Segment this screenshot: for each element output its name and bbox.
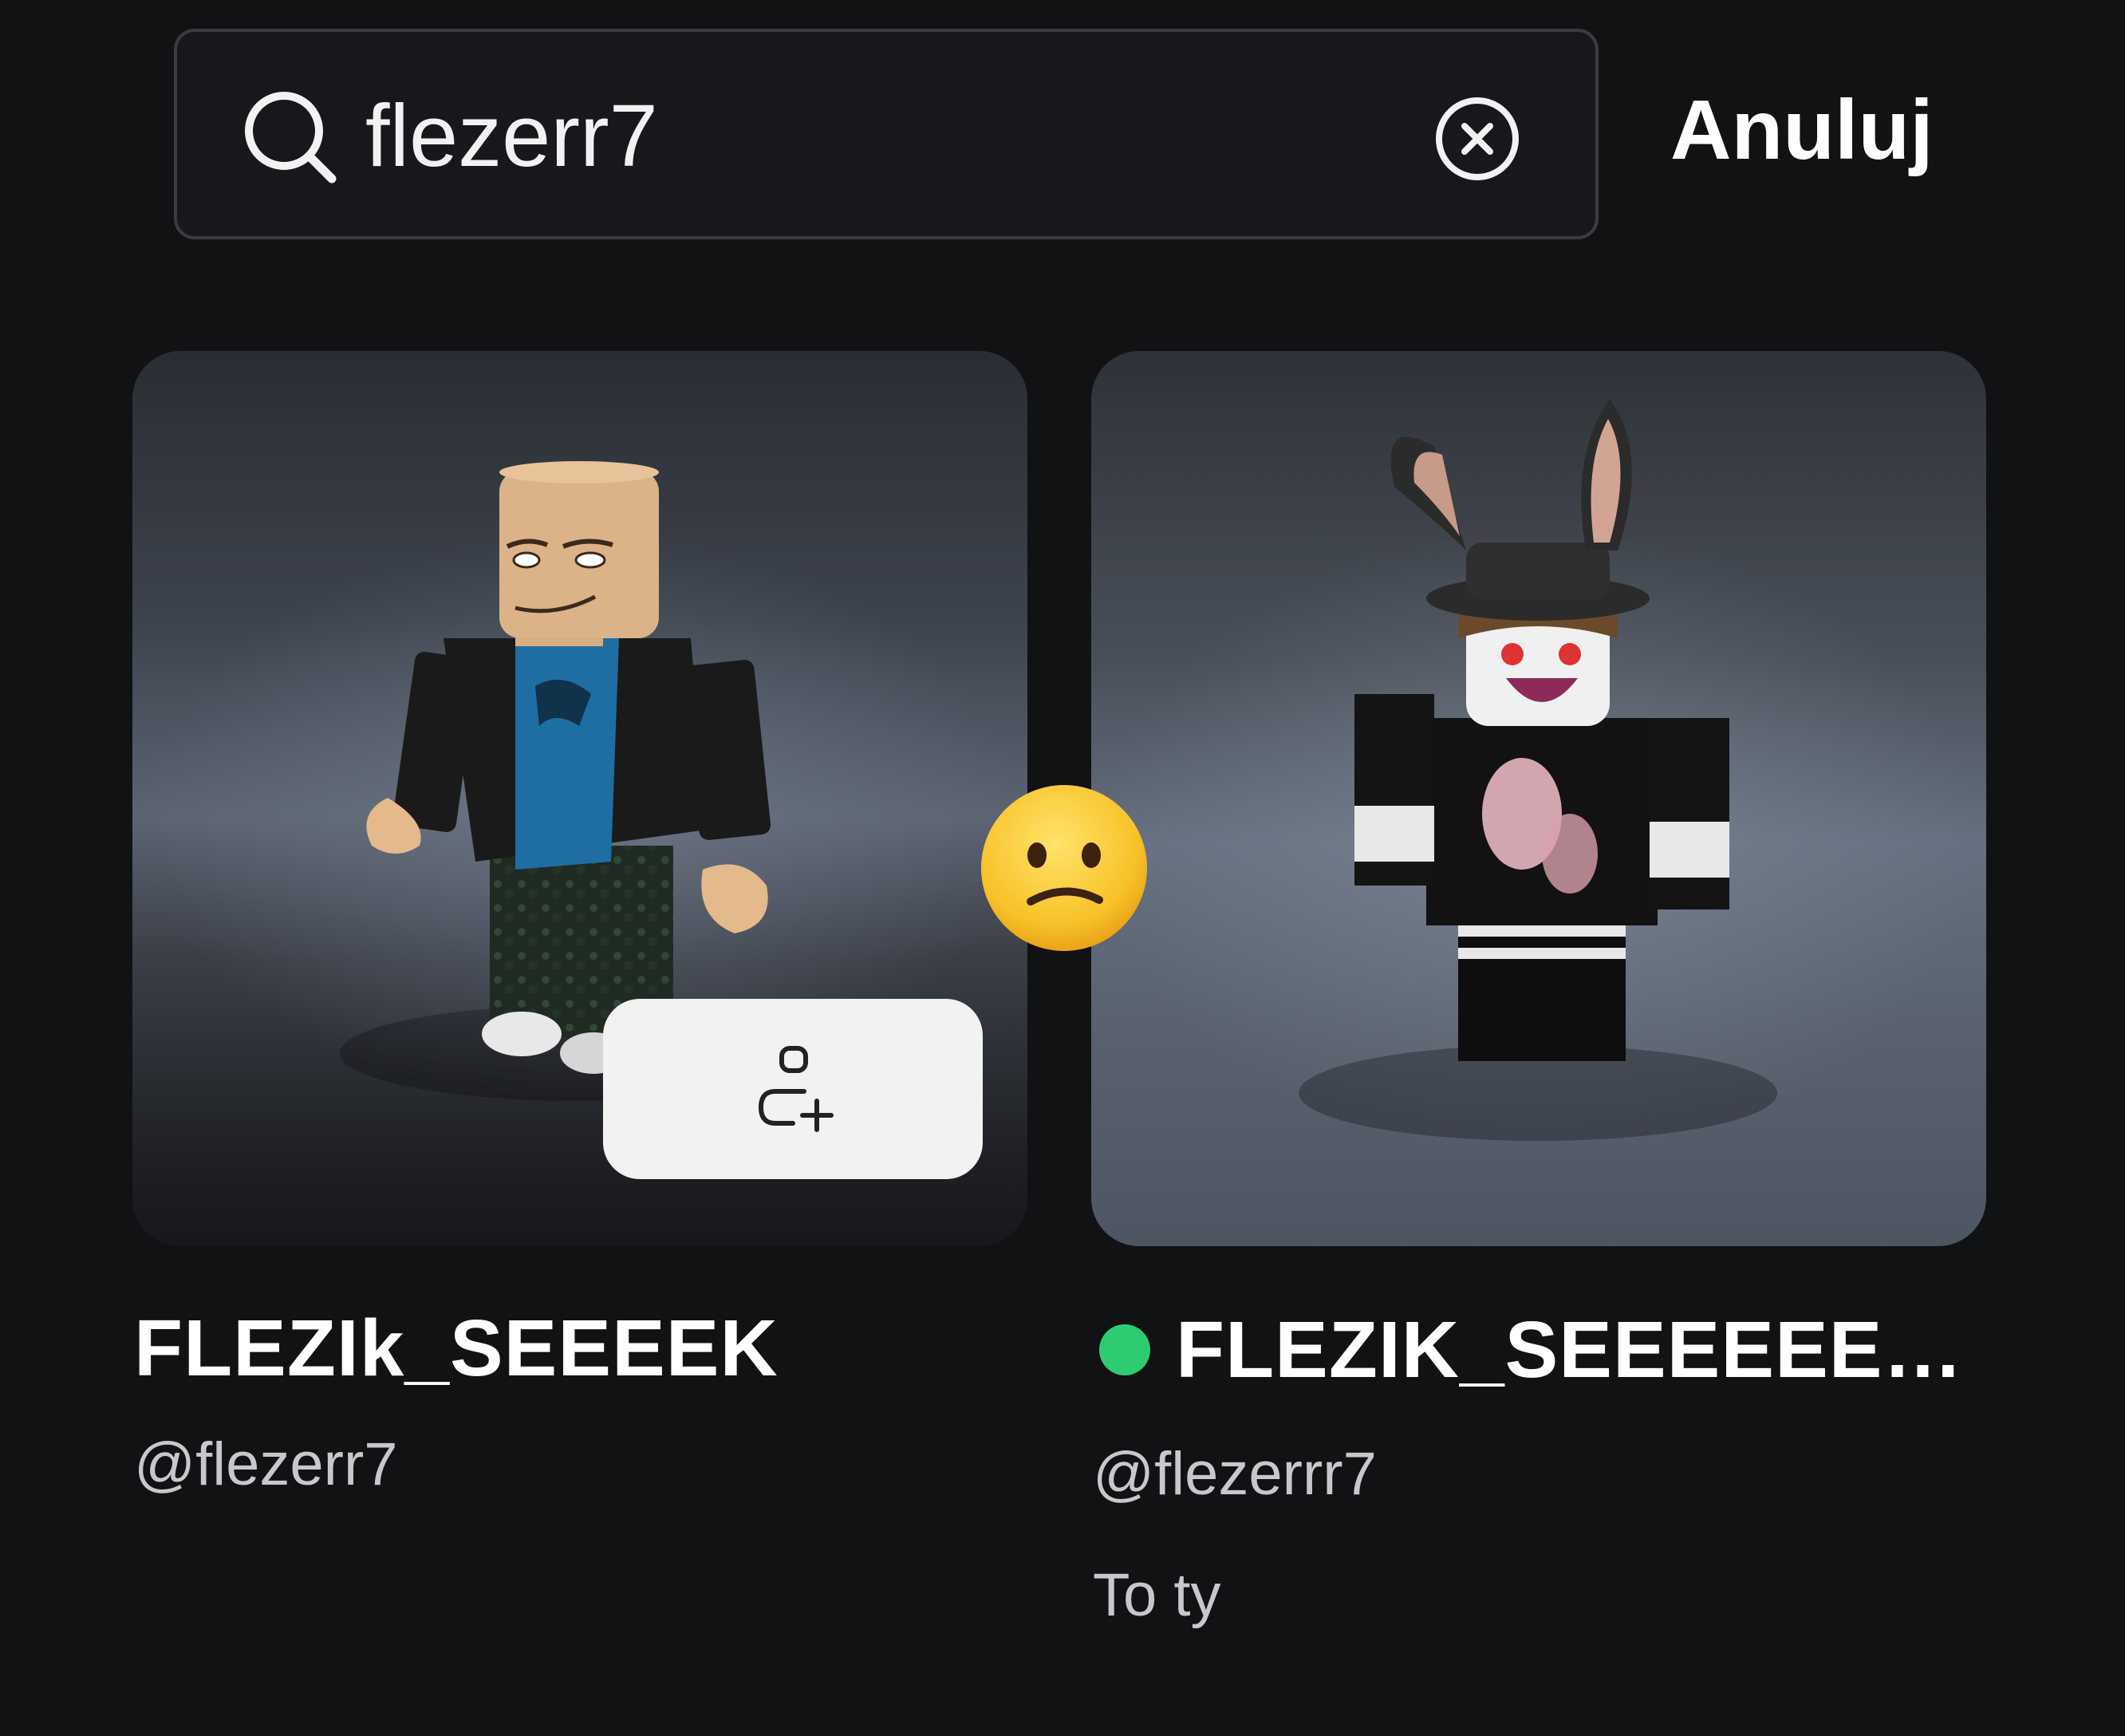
cancel-button[interactable]: Anuluj xyxy=(1670,88,1934,172)
username: @flezerrr7 xyxy=(1093,1440,1377,1508)
add-friend-icon xyxy=(758,1046,834,1132)
online-status-dot xyxy=(1099,1324,1150,1375)
search-icon xyxy=(245,92,337,183)
display-name[interactable]: FLEZIK_SEEEEEEE... xyxy=(1176,1310,1994,1390)
username: @flezerr7 xyxy=(134,1430,398,1498)
clear-search-icon[interactable] xyxy=(1433,94,1522,183)
display-name[interactable]: FLEZIk_SEEEEK xyxy=(134,1308,779,1388)
avatar-image xyxy=(1299,399,1777,1141)
confused-face-emoji xyxy=(981,785,1147,951)
search-input[interactable] xyxy=(365,80,1386,191)
self-indicator-label: To ty xyxy=(1093,1561,1221,1629)
avatar-card-2[interactable] xyxy=(1091,351,1986,1246)
add-friend-button[interactable] xyxy=(603,999,983,1179)
